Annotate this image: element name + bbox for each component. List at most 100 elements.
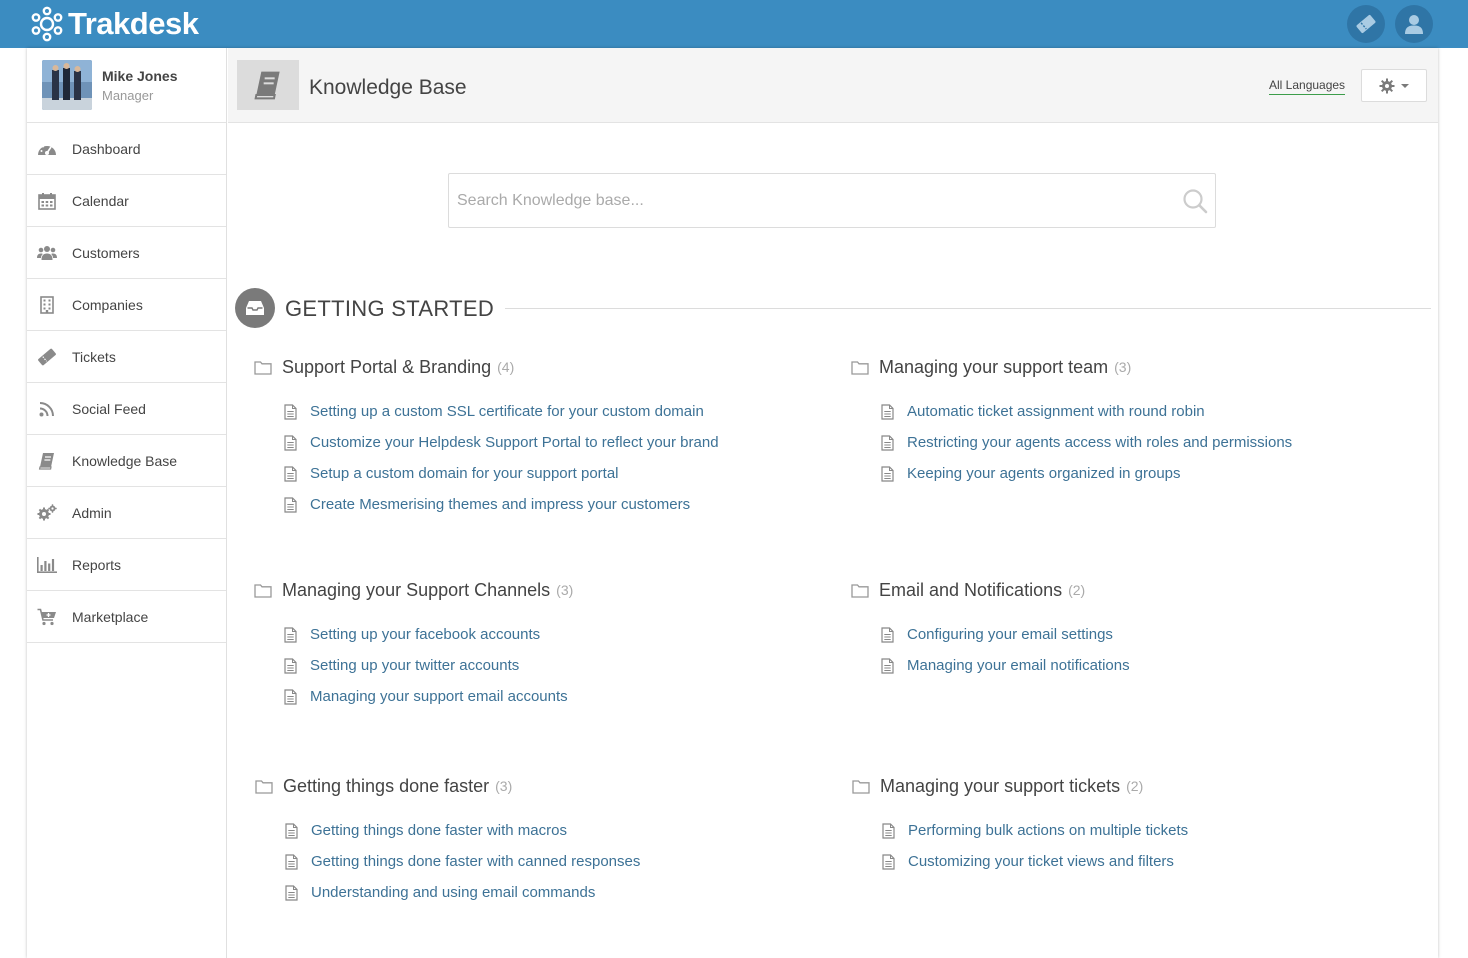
sidebar: Mike Jones Manager Dashboard Calendar Cu… [27, 48, 227, 958]
sidebar-item-companies[interactable]: Companies [27, 279, 226, 331]
document-icon [284, 465, 297, 482]
user-role: Manager [102, 88, 154, 103]
category-count: (4) [497, 359, 515, 375]
sidebar-item-marketplace[interactable]: Marketplace [27, 591, 226, 643]
avatar[interactable] [42, 60, 92, 110]
document-icon [285, 853, 298, 870]
folder-icon [254, 583, 272, 598]
ticket-icon [1356, 14, 1376, 34]
document-icon [881, 465, 894, 482]
article-link-item[interactable]: Managing your email notifications [881, 650, 1411, 681]
sidebar-item-reports[interactable]: Reports [27, 539, 226, 591]
section-icon [235, 288, 275, 328]
bar-chart-icon [37, 555, 57, 575]
document-icon [284, 626, 297, 643]
article-link-item[interactable]: Customizing your ticket views and filter… [882, 846, 1412, 877]
category-managing-support-tickets: Managing your support tickets (2) Perfor… [852, 775, 1412, 877]
document-icon [881, 657, 894, 674]
category-header: Managing your support team (3) [851, 356, 1411, 378]
category-title[interactable]: Getting things done faster [283, 776, 489, 797]
rss-icon [37, 399, 57, 419]
article-link-item[interactable]: Setting up your twitter accounts [284, 650, 814, 681]
document-icon [284, 434, 297, 451]
document-icon [284, 496, 297, 513]
article-link[interactable]: Performing bulk actions on multiple tick… [908, 822, 1188, 839]
sidebar-item-calendar[interactable]: Calendar [27, 175, 226, 227]
sidebar-item-social-feed[interactable]: Social Feed [27, 383, 226, 435]
article-link-item[interactable]: Keeping your agents organized in groups [881, 458, 1411, 489]
category-title[interactable]: Managing your Support Channels [282, 580, 550, 601]
section-divider [505, 308, 1431, 309]
settings-dropdown-button[interactable] [1361, 69, 1427, 102]
article-link-item[interactable]: Customize your Helpdesk Support Portal t… [284, 427, 814, 458]
article-link-item[interactable]: Automatic ticket assignment with round r… [881, 396, 1411, 427]
page-title: Knowledge Base [309, 76, 467, 99]
article-link-item[interactable]: Setting up a custom SSL certificate for … [284, 396, 814, 427]
search-input[interactable] [449, 174, 1169, 227]
tickets-shortcut-button[interactable] [1347, 5, 1385, 43]
article-link[interactable]: Understanding and using email commands [311, 884, 595, 901]
category-title[interactable]: Managing your support tickets [880, 776, 1120, 797]
article-link[interactable]: Setting up your twitter accounts [310, 657, 519, 674]
sidebar-item-label: Customers [72, 244, 140, 261]
article-link[interactable]: Setting up a custom SSL certificate for … [310, 403, 704, 420]
sidebar-item-label: Tickets [72, 348, 116, 365]
category-count: (2) [1126, 778, 1144, 794]
sidebar-item-knowledge-base[interactable]: Knowledge Base [27, 435, 226, 487]
article-link[interactable]: Restricting your agents access with role… [907, 434, 1292, 451]
category-support-portal-branding: Support Portal & Branding (4) Setting up… [254, 356, 814, 520]
article-link[interactable]: Customize your Helpdesk Support Portal t… [310, 434, 719, 451]
document-icon [882, 853, 895, 870]
article-link-item[interactable]: Getting things done faster with macros [285, 815, 815, 846]
article-link[interactable]: Keeping your agents organized in groups [907, 465, 1181, 482]
folder-icon [254, 360, 272, 375]
sidebar-item-label: Knowledge Base [72, 452, 178, 469]
article-link[interactable]: Create Mesmerising themes and impress yo… [310, 496, 690, 513]
sidebar-item-admin[interactable]: Admin [27, 487, 226, 539]
app-frame: Mike Jones Manager Dashboard Calendar Cu… [27, 48, 1438, 958]
page-icon [237, 60, 299, 110]
article-link-item[interactable]: Restricting your agents access with role… [881, 427, 1411, 458]
category-title[interactable]: Email and Notifications [879, 580, 1062, 601]
dashboard-icon [37, 139, 57, 159]
sidebar-item-label: Social Feed [72, 400, 146, 417]
all-languages-link[interactable]: All Languages [1269, 78, 1346, 95]
user-icon [1405, 15, 1423, 34]
article-link-item[interactable]: Setting up your facebook accounts [284, 619, 814, 650]
category-title[interactable]: Managing your support team [879, 357, 1108, 378]
article-link[interactable]: Managing your email notifications [907, 657, 1130, 674]
sidebar-item-dashboard[interactable]: Dashboard [27, 123, 226, 175]
folder-icon [851, 583, 869, 598]
inbox-icon [246, 301, 264, 315]
logo-icon [31, 6, 63, 42]
sidebar-item-customers[interactable]: Customers [27, 227, 226, 279]
article-link[interactable]: Automatic ticket assignment with round r… [907, 403, 1205, 420]
article-link[interactable]: Setup a custom domain for your support p… [310, 465, 619, 482]
user-menu-button[interactable] [1395, 5, 1433, 43]
article-link[interactable]: Configuring your email settings [907, 626, 1113, 643]
article-link-item[interactable]: Setup a custom domain for your support p… [284, 458, 814, 489]
article-link[interactable]: Setting up your facebook accounts [310, 626, 540, 643]
article-link[interactable]: Getting things done faster with macros [311, 822, 567, 839]
search-icon[interactable] [1182, 188, 1208, 214]
top-bar: Trakdesk [0, 0, 1468, 48]
sidebar-item-label: Companies [72, 296, 143, 313]
category-title[interactable]: Support Portal & Branding [282, 357, 491, 378]
sidebar-item-label: Marketplace [72, 608, 149, 625]
brand-logo[interactable]: Trakdesk [28, 5, 199, 43]
sidebar-item-tickets[interactable]: Tickets [27, 331, 226, 383]
building-icon [37, 295, 57, 315]
article-link-item[interactable]: Configuring your email settings [881, 619, 1411, 650]
document-icon [881, 403, 894, 420]
user-profile[interactable]: Mike Jones Manager [27, 48, 226, 123]
article-link-item[interactable]: Understanding and using email commands [285, 877, 815, 908]
article-link[interactable]: Managing your support email accounts [310, 688, 568, 705]
article-link[interactable]: Getting things done faster with canned r… [311, 853, 640, 870]
article-link-item[interactable]: Create Mesmerising themes and impress yo… [284, 489, 814, 520]
users-icon [37, 243, 57, 263]
article-link-item[interactable]: Performing bulk actions on multiple tick… [882, 815, 1412, 846]
article-link-item[interactable]: Managing your support email accounts [284, 681, 814, 712]
article-link-item[interactable]: Getting things done faster with canned r… [285, 846, 815, 877]
article-link[interactable]: Customizing your ticket views and filter… [908, 853, 1174, 870]
category-header: Support Portal & Branding (4) [254, 356, 814, 378]
